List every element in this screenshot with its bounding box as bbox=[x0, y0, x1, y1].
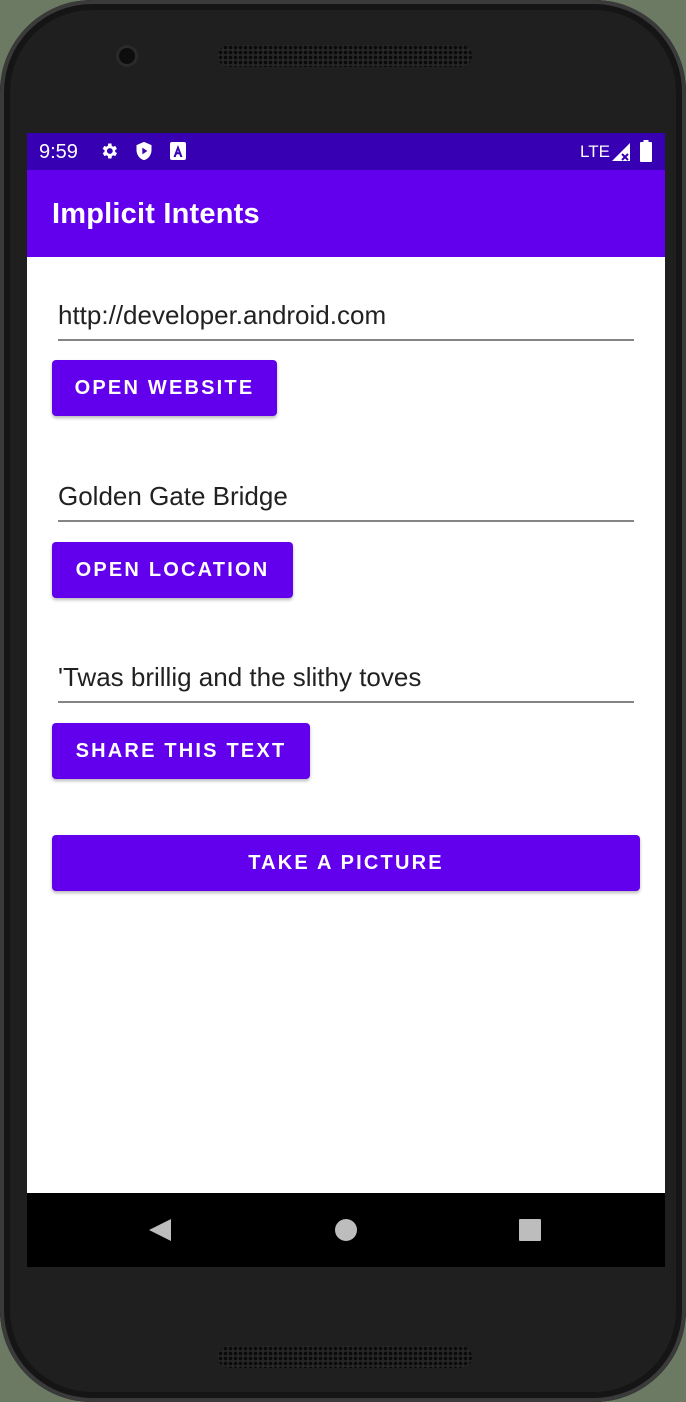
open-location-button[interactable]: Open Location bbox=[52, 542, 293, 598]
font-a-icon bbox=[169, 141, 187, 166]
website-field bbox=[58, 293, 634, 341]
bottom-speaker-grille bbox=[218, 1346, 472, 1368]
app-bar: Implicit Intents bbox=[27, 170, 665, 257]
status-bar: 9:59 LTE bbox=[27, 133, 665, 170]
recents-icon[interactable] bbox=[518, 1218, 542, 1247]
location-field bbox=[58, 474, 634, 522]
phone-frame: 9:59 LTE Implicit Intents http://develop… bbox=[0, 0, 686, 1402]
navigation-bar bbox=[27, 1193, 665, 1267]
network-type-label: LTE bbox=[580, 142, 610, 161]
page-title: Implicit Intents bbox=[52, 198, 260, 230]
share-text-input[interactable] bbox=[58, 655, 634, 699]
share-field bbox=[58, 655, 634, 703]
take-picture-button[interactable]: Take A Picture bbox=[52, 835, 640, 891]
status-time: 9:59 bbox=[39, 141, 78, 163]
open-website-button[interactable]: Open Website bbox=[52, 360, 277, 416]
top-speaker-grille bbox=[218, 45, 472, 67]
back-icon[interactable] bbox=[148, 1218, 172, 1247]
shield-play-icon bbox=[134, 141, 154, 166]
signal-icon bbox=[611, 142, 631, 167]
front-camera bbox=[119, 48, 135, 64]
phone-screen: 9:59 LTE Implicit Intents http://develop… bbox=[27, 133, 665, 1267]
share-text-button[interactable]: Share This Text bbox=[52, 723, 310, 779]
location-input[interactable] bbox=[58, 474, 634, 518]
website-input[interactable] bbox=[58, 293, 634, 337]
gear-icon bbox=[99, 141, 119, 166]
battery-icon bbox=[640, 140, 652, 167]
home-icon[interactable] bbox=[334, 1218, 358, 1247]
